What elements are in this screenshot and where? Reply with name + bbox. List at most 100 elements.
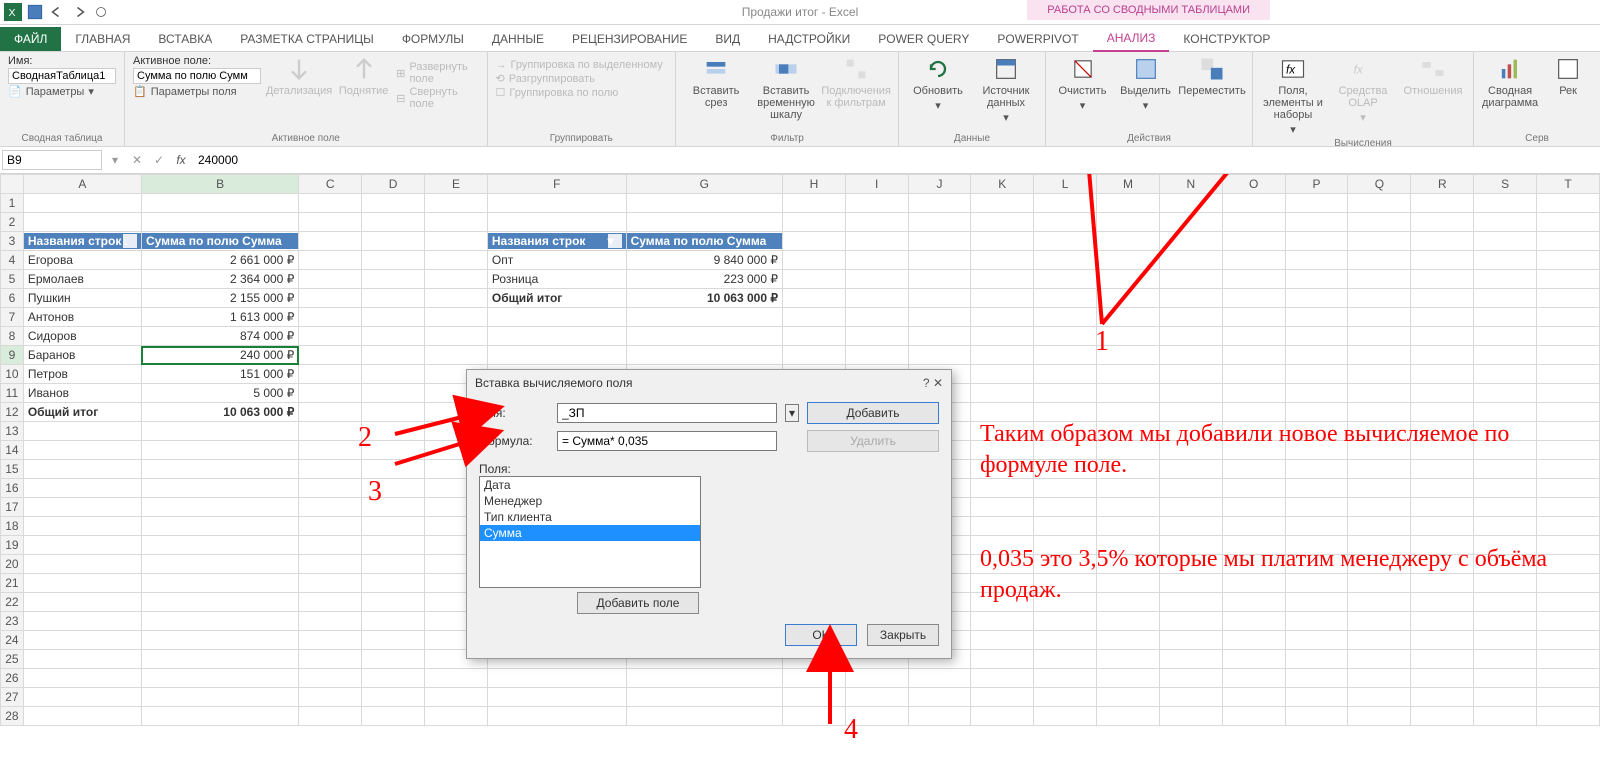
col-header[interactable]: R xyxy=(1411,175,1474,194)
cell[interactable] xyxy=(845,669,908,688)
cell[interactable] xyxy=(141,536,298,555)
cell[interactable] xyxy=(1474,289,1537,308)
cell[interactable] xyxy=(299,536,362,555)
row-header[interactable]: 8 xyxy=(1,327,24,346)
cell[interactable] xyxy=(1537,498,1600,517)
cell[interactable] xyxy=(971,707,1034,726)
cell[interactable] xyxy=(908,688,971,707)
col-header[interactable]: C xyxy=(299,175,362,194)
col-header[interactable]: S xyxy=(1474,175,1537,194)
cell[interactable] xyxy=(299,365,362,384)
cell[interactable] xyxy=(1285,631,1348,650)
redo-icon[interactable] xyxy=(70,3,88,21)
cell[interactable] xyxy=(141,631,298,650)
cell[interactable] xyxy=(971,669,1034,688)
cell[interactable] xyxy=(425,194,488,213)
col-header[interactable]: E xyxy=(425,175,488,194)
cell[interactable] xyxy=(1537,232,1600,251)
col-header[interactable]: H xyxy=(782,175,845,194)
cell[interactable] xyxy=(1474,384,1537,403)
cell[interactable] xyxy=(1034,194,1097,213)
undo-icon[interactable] xyxy=(48,3,66,21)
cell[interactable] xyxy=(1097,384,1160,403)
cell[interactable] xyxy=(1222,232,1285,251)
fields-listbox[interactable]: Дата Менеджер Тип клиента Сумма xyxy=(479,476,701,588)
cell[interactable] xyxy=(1285,289,1348,308)
cell[interactable] xyxy=(782,213,845,232)
cell[interactable] xyxy=(23,194,141,213)
cell[interactable] xyxy=(1348,194,1411,213)
cell[interactable] xyxy=(1411,251,1474,270)
cell[interactable] xyxy=(1034,327,1097,346)
cell[interactable] xyxy=(141,194,298,213)
cell[interactable] xyxy=(299,346,362,365)
tab-powerpivot[interactable]: POWERPIVOT xyxy=(983,27,1092,51)
cell[interactable] xyxy=(1537,270,1600,289)
cell[interactable] xyxy=(362,669,425,688)
cell[interactable] xyxy=(23,688,141,707)
col-header[interactable]: N xyxy=(1159,175,1222,194)
cell[interactable] xyxy=(1159,669,1222,688)
cell[interactable] xyxy=(908,251,971,270)
insert-slicer-button[interactable]: Вставить срез xyxy=(684,55,748,109)
cell[interactable] xyxy=(362,194,425,213)
cell[interactable] xyxy=(1222,688,1285,707)
cell[interactable] xyxy=(1285,669,1348,688)
close-button[interactable]: Закрыть xyxy=(867,624,939,646)
cell[interactable] xyxy=(1285,327,1348,346)
cell[interactable]: Пушкин xyxy=(23,289,141,308)
cell[interactable] xyxy=(782,707,845,726)
cell[interactable] xyxy=(487,213,626,232)
tab-formulas[interactable]: ФОРМУЛЫ xyxy=(388,27,478,51)
cell[interactable] xyxy=(1222,194,1285,213)
row-header[interactable]: 11 xyxy=(1,384,24,403)
cell[interactable] xyxy=(1097,707,1160,726)
touch-icon[interactable] xyxy=(92,3,110,21)
cell[interactable] xyxy=(1097,688,1160,707)
cell[interactable] xyxy=(23,536,141,555)
cell[interactable] xyxy=(971,251,1034,270)
cell[interactable] xyxy=(1474,612,1537,631)
cell[interactable] xyxy=(487,308,626,327)
cell[interactable] xyxy=(23,517,141,536)
cell[interactable] xyxy=(908,308,971,327)
cell[interactable] xyxy=(1222,251,1285,270)
cell[interactable] xyxy=(1348,232,1411,251)
cell[interactable] xyxy=(362,403,425,422)
cell[interactable] xyxy=(1474,232,1537,251)
cell[interactable] xyxy=(1411,384,1474,403)
cell[interactable] xyxy=(299,213,362,232)
row-header[interactable]: 20 xyxy=(1,555,24,574)
col-header[interactable]: O xyxy=(1222,175,1285,194)
cell[interactable] xyxy=(782,688,845,707)
cell[interactable] xyxy=(1034,688,1097,707)
cell[interactable] xyxy=(23,707,141,726)
cell[interactable] xyxy=(1537,365,1600,384)
cell[interactable] xyxy=(425,688,488,707)
cell[interactable] xyxy=(23,498,141,517)
cancel-icon[interactable]: ✕ xyxy=(126,153,148,167)
cell[interactable] xyxy=(362,346,425,365)
col-header[interactable]: Q xyxy=(1348,175,1411,194)
cell[interactable]: Сумма по полю Сумма xyxy=(626,232,782,251)
cell[interactable] xyxy=(141,422,298,441)
cell[interactable] xyxy=(141,669,298,688)
cell[interactable] xyxy=(299,479,362,498)
cell[interactable] xyxy=(1222,384,1285,403)
cell[interactable] xyxy=(1034,270,1097,289)
pt-params[interactable]: 📄 Параметры ▾ xyxy=(8,85,116,98)
cell[interactable] xyxy=(1474,270,1537,289)
cell[interactable] xyxy=(908,707,971,726)
cell[interactable]: 240 000 ₽ xyxy=(141,346,298,365)
cell[interactable] xyxy=(908,289,971,308)
cell[interactable] xyxy=(971,517,1034,536)
cell[interactable] xyxy=(1222,308,1285,327)
row-header[interactable]: 27 xyxy=(1,688,24,707)
cell[interactable]: Антонов xyxy=(23,308,141,327)
cell[interactable] xyxy=(908,232,971,251)
cell[interactable] xyxy=(1348,669,1411,688)
cell[interactable]: Опт xyxy=(487,251,626,270)
cell[interactable] xyxy=(1034,251,1097,270)
cell[interactable] xyxy=(299,289,362,308)
add-field-button[interactable]: Добавить поле xyxy=(577,592,699,614)
